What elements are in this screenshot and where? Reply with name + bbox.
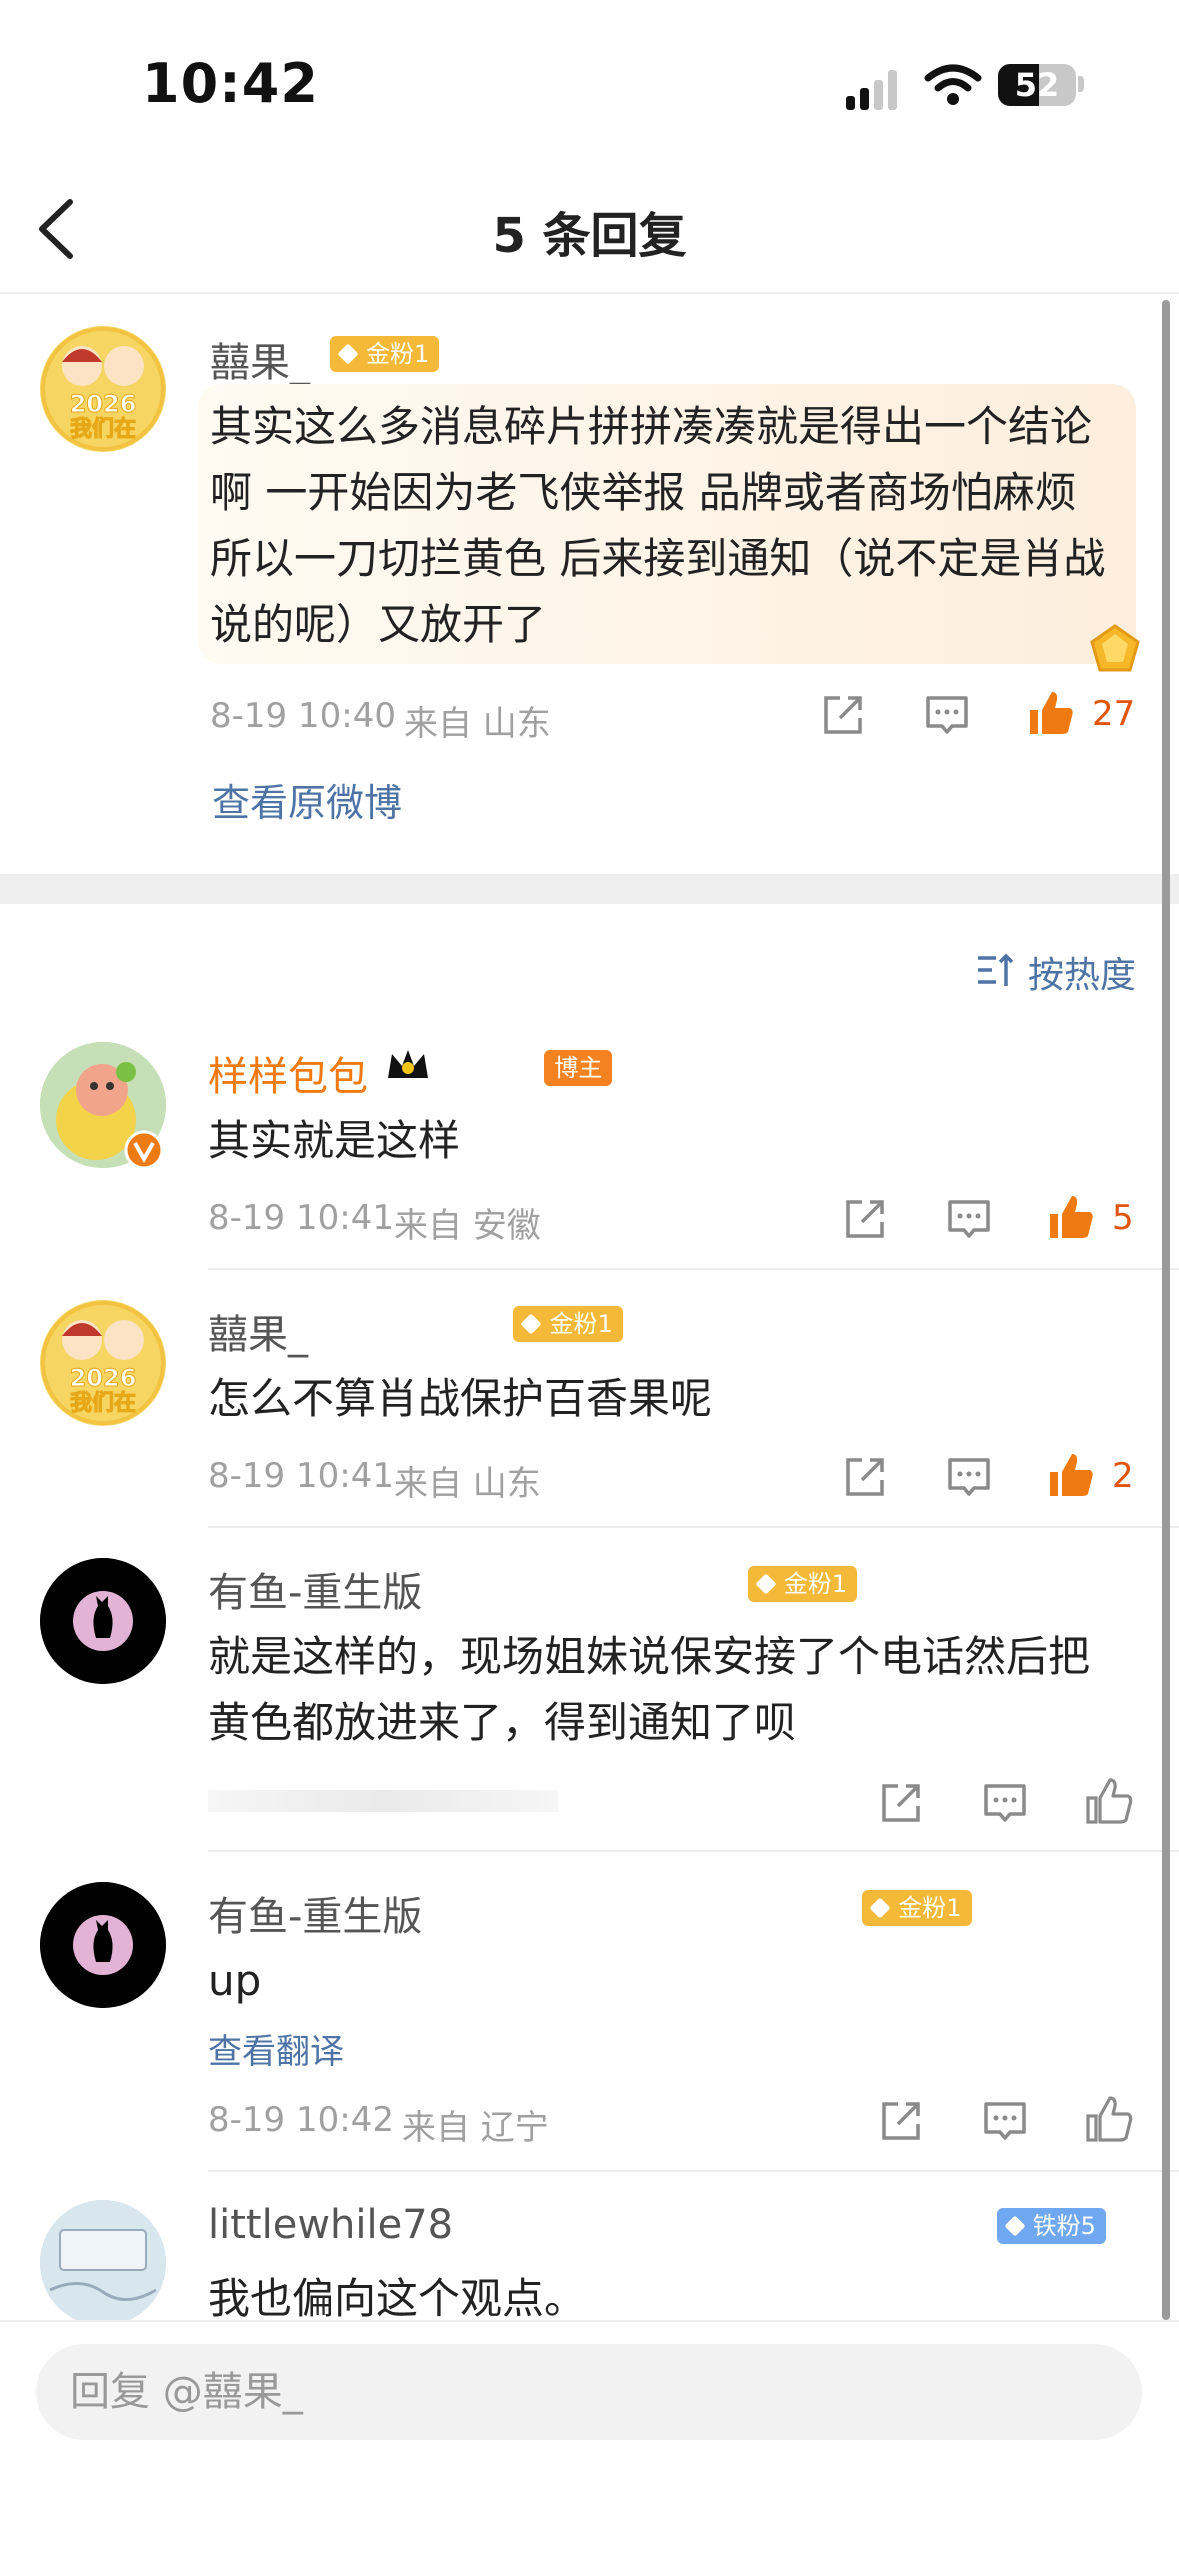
- comment-text: 就是这样的，现场姐妹说保安接了个电话然后把黄色都放进来了，得到通知了呗: [208, 1632, 1091, 1747]
- reply-divider: [208, 1526, 1179, 1528]
- like-count: 5: [1112, 1198, 1134, 1238]
- status-time: 10:42: [142, 52, 319, 115]
- comment-icon[interactable]: [946, 1454, 992, 1500]
- page-title: 5 条回复: [492, 208, 687, 264]
- avatar[interactable]: [40, 1882, 166, 2008]
- username[interactable]: 有鱼-重生版: [208, 1560, 422, 1618]
- comment-location: 来自 山东: [404, 704, 551, 744]
- comment-time: 8-19 10:41: [208, 1198, 394, 1238]
- username[interactable]: littlewhile78: [208, 2202, 453, 2248]
- reply-divider: [208, 1268, 1179, 1270]
- comment-text: 其实这么多消息碎片拼拼凑凑就是得出一个结论啊 一开始因为老飞侠举报 品牌或者商场…: [210, 402, 1106, 649]
- section-divider: [0, 874, 1179, 904]
- comment-icon[interactable]: [924, 692, 970, 738]
- share-icon[interactable]: [878, 1780, 924, 1826]
- faded-meta-placeholder: [208, 1790, 558, 1812]
- comment-time: 8-19 10:41: [208, 1456, 394, 1496]
- like-count: 27: [1092, 694, 1136, 734]
- header-divider: [0, 292, 1179, 294]
- avatar[interactable]: [40, 2200, 166, 2326]
- comment-location: 来自 山东: [394, 1464, 541, 1504]
- sort-hot-button[interactable]: 按热度: [1028, 946, 1136, 998]
- comment-location: 来自 安徽: [394, 1206, 541, 1246]
- wifi-icon: [924, 64, 982, 105]
- avatar[interactable]: [40, 1558, 166, 1684]
- fan-badge: 金粉1: [330, 336, 440, 372]
- comment-icon[interactable]: [982, 1780, 1028, 1826]
- share-icon[interactable]: [842, 1196, 888, 1242]
- reply-input-placeholder: 回复 @囍果_: [70, 2369, 303, 2415]
- avatar[interactable]: 2026 我们在: [40, 326, 166, 452]
- fan-badge: 铁粉5: [996, 2208, 1106, 2244]
- reply-divider: [208, 2170, 1179, 2172]
- comment-text: 怎么不算肖战保护百香果呢: [208, 1374, 713, 1423]
- blogger-badge: 博主: [544, 1050, 613, 1086]
- cellular-signal-icon: [846, 70, 906, 110]
- comment-location: 来自 辽宁: [402, 2108, 549, 2148]
- comment-icon[interactable]: [982, 2098, 1028, 2144]
- reply-divider: [208, 1850, 1179, 1852]
- share-icon[interactable]: [842, 1454, 888, 1500]
- comment-text: up: [208, 1956, 262, 2005]
- fan-badge: 金粉1: [513, 1306, 623, 1342]
- view-original-link[interactable]: 查看原微博: [212, 772, 402, 827]
- username[interactable]: 囍果_: [210, 330, 310, 388]
- crown-icon: [388, 1050, 428, 1078]
- fan-badge: 金粉1: [747, 1566, 858, 1602]
- gold-gem-decoration-icon: [1090, 624, 1140, 672]
- battery-icon: 52: [998, 64, 1076, 106]
- comment-icon[interactable]: [946, 1196, 992, 1242]
- translate-link[interactable]: 查看翻译: [208, 2024, 344, 2073]
- sort-icon[interactable]: [976, 950, 1016, 990]
- verified-icon: [124, 1130, 164, 1170]
- share-icon[interactable]: [878, 2098, 924, 2144]
- fan-badge: 金粉1: [862, 1890, 972, 1926]
- like-icon[interactable]: [1084, 1776, 1134, 1826]
- svg-text:2026: 2026: [70, 390, 137, 418]
- svg-text:我们在: 我们在: [70, 416, 136, 442]
- like-count: 2: [1112, 1456, 1134, 1496]
- svg-text:2026: 2026: [70, 1364, 137, 1392]
- like-icon-active[interactable]: [1046, 1192, 1096, 1242]
- share-icon[interactable]: [820, 692, 866, 738]
- comment-time: 8-19 10:40: [210, 696, 396, 736]
- battery-tip: [1078, 76, 1084, 92]
- reply-input[interactable]: 回复 @囍果_: [36, 2344, 1142, 2440]
- username[interactable]: 样样包包: [208, 1044, 368, 1102]
- like-icon[interactable]: [1084, 2094, 1134, 2144]
- avatar[interactable]: 2026 我们在: [40, 1300, 166, 1426]
- scrollbar[interactable]: [1162, 300, 1170, 2320]
- username[interactable]: 有鱼-重生版: [208, 1884, 422, 1942]
- comment-time: 8-19 10:42: [208, 2100, 394, 2140]
- battery-level: 52: [1014, 66, 1060, 104]
- username[interactable]: 囍果_: [208, 1302, 308, 1360]
- comment-text: 其实就是这样: [208, 1116, 461, 1165]
- like-icon-active[interactable]: [1046, 1450, 1096, 1500]
- like-icon-active[interactable]: [1026, 688, 1076, 738]
- svg-text:我们在: 我们在: [70, 1390, 136, 1416]
